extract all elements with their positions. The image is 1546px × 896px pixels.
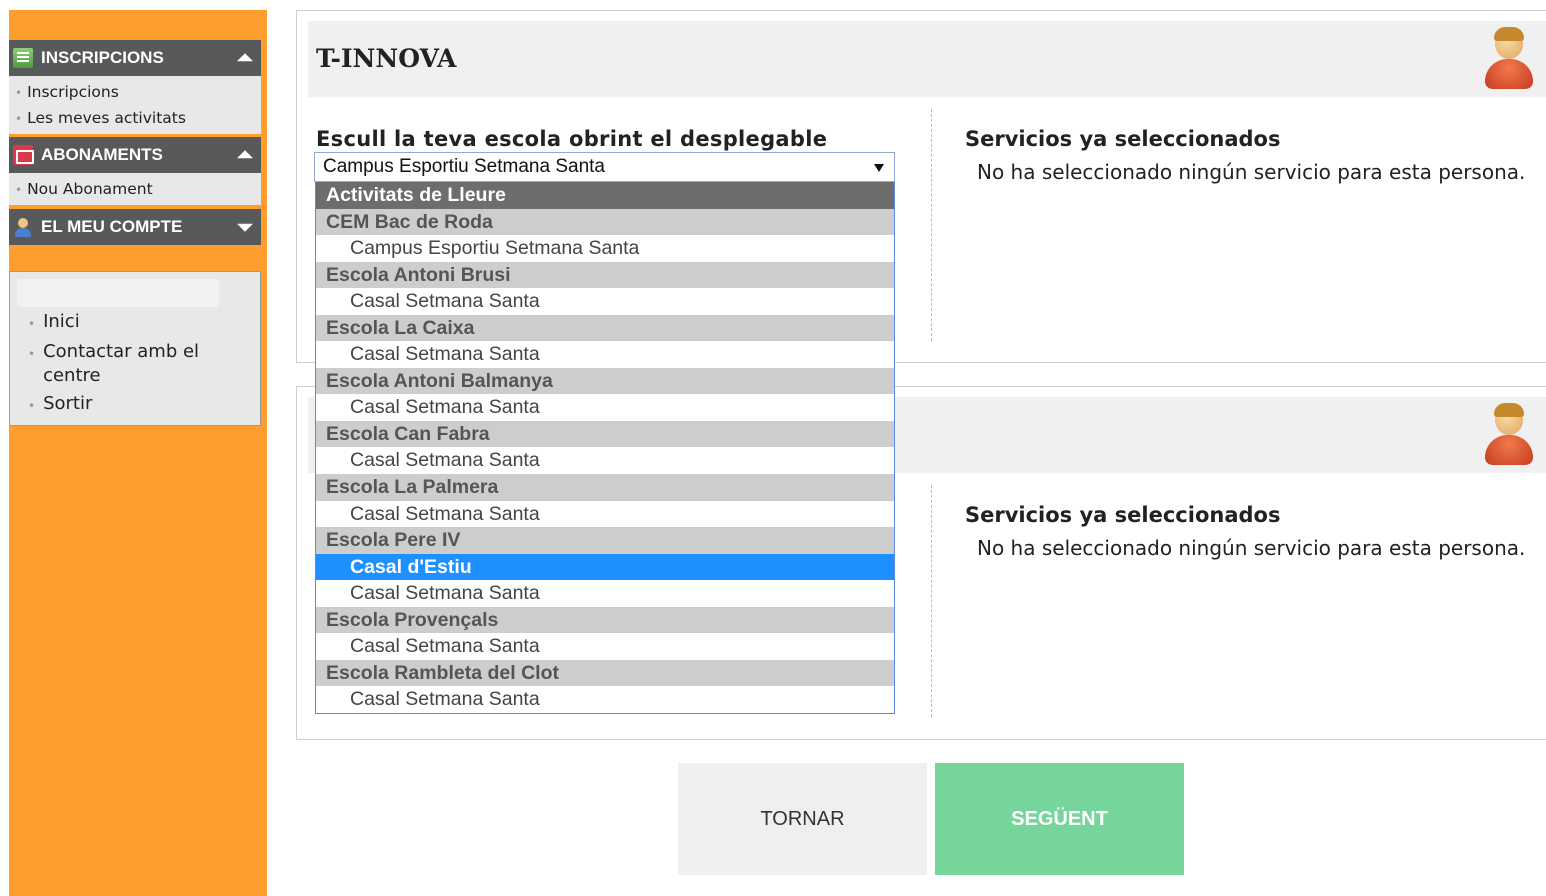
collapse-arrow-icon bbox=[237, 53, 253, 62]
link-label: Inici bbox=[43, 311, 80, 332]
form-icon bbox=[13, 48, 33, 68]
dropdown-option[interactable]: Casal Setmana Santa bbox=[316, 447, 894, 474]
school-dropdown-list[interactable]: Activitats de Lleure CEM Bac de Roda Campu… bbox=[315, 182, 895, 714]
menu-item-label: Inscripcions bbox=[27, 83, 119, 101]
menu-abonaments: ABONAMENTS • Nou Abonament bbox=[9, 137, 261, 205]
option-group: Escola Rambleta del Clot bbox=[316, 659, 894, 687]
services-title: Servicios ya seleccionados bbox=[965, 127, 1281, 151]
person-avatar-icon bbox=[1482, 403, 1536, 465]
dropdown-option[interactable]: Casal Setmana Santa bbox=[316, 288, 894, 315]
dropdown-option[interactable]: Casal Setmana Santa bbox=[316, 633, 894, 660]
school-select-label: Escull la teva escola obrint el desplega… bbox=[316, 127, 828, 151]
dropdown-option[interactable]: Casal Setmana Santa bbox=[316, 580, 894, 607]
services-text: No ha seleccionado ningún servicio para … bbox=[977, 160, 1526, 184]
option-group: Escola Antoni Brusi bbox=[316, 261, 894, 289]
sidebar: INSCRIPCIONS • Inscripcions • Les meves ac… bbox=[9, 10, 267, 896]
divider bbox=[931, 485, 932, 717]
person-name: T-INNOVA bbox=[316, 44, 457, 73]
link-label: Sortir bbox=[43, 393, 93, 414]
services-title: Servicios ya seleccionados bbox=[965, 503, 1281, 527]
option-group: Escola Pere IV bbox=[316, 527, 894, 554]
card-icon bbox=[13, 145, 34, 165]
dropdown-option[interactable]: Campus Esportiu Setmana Santa bbox=[316, 235, 894, 262]
next-button[interactable]: SEGÜENT bbox=[935, 763, 1184, 875]
divider bbox=[931, 109, 932, 341]
option-group: Escola La Caixa bbox=[316, 314, 894, 342]
option-group: Activitats de Lleure bbox=[316, 182, 894, 209]
menu-header-inscripcions[interactable]: INSCRIPCIONS bbox=[9, 40, 261, 76]
collapse-arrow-icon bbox=[237, 150, 253, 159]
link-sortir[interactable]: • Sortir bbox=[28, 392, 248, 418]
menu-item-nou-abonament[interactable]: • Nou Abonament bbox=[9, 177, 261, 203]
menu-inscripcions: INSCRIPCIONS • Inscripcions • Les meves ac… bbox=[9, 40, 261, 134]
menu-item-les-meves-activitats[interactable]: • Les meves activitats bbox=[9, 106, 261, 132]
option-group: Escola Antoni Balmanya bbox=[316, 367, 894, 395]
card-header: T-INNOVA bbox=[308, 21, 1546, 97]
menu-item-label: Les meves activitats bbox=[27, 109, 186, 127]
dropdown-option[interactable]: Casal Setmana Santa bbox=[316, 686, 894, 713]
option-group: Escola Provençals bbox=[316, 606, 894, 634]
back-button[interactable]: TORNAR bbox=[678, 763, 927, 875]
menu-title: EL MEU COMPTE bbox=[41, 217, 183, 236]
account-panel: • Inici • Contactar amb el centre • Sortir bbox=[9, 271, 261, 426]
school-select[interactable]: Campus Esportiu Setmana Santa bbox=[314, 152, 895, 182]
option-group: CEM Bac de Roda bbox=[316, 208, 894, 236]
services-text: No ha seleccionado ningún servicio para … bbox=[977, 536, 1526, 560]
menu-item-label: Nou Abonament bbox=[27, 180, 153, 198]
services-section: Servicios ya seleccionados No ha selecci… bbox=[965, 503, 1545, 562]
menu-el-meu-compte: EL MEU COMPTE bbox=[9, 209, 261, 245]
link-label: Contactar amb el centre bbox=[43, 341, 200, 386]
services-section: Servicios ya seleccionados No ha selecci… bbox=[965, 127, 1545, 186]
dropdown-option[interactable]: Casal Setmana Santa bbox=[316, 501, 894, 528]
link-inici[interactable]: • Inici bbox=[28, 310, 248, 336]
dropdown-option[interactable]: Casal Setmana Santa bbox=[316, 394, 894, 421]
dropdown-arrow-icon bbox=[874, 164, 884, 172]
person-avatar-icon bbox=[1482, 27, 1536, 89]
menu-title: ABONAMENTS bbox=[41, 145, 163, 164]
menu-header-abonaments[interactable]: ABONAMENTS bbox=[9, 137, 261, 173]
user-icon bbox=[13, 217, 33, 237]
panel-field bbox=[17, 279, 219, 307]
menu-item-inscripcions[interactable]: • Inscripcions bbox=[9, 80, 261, 106]
link-contactar[interactable]: • Contactar amb el centre bbox=[28, 340, 248, 388]
option-group: Escola La Palmera bbox=[316, 474, 894, 501]
dropdown-option[interactable]: Casal Setmana Santa bbox=[316, 341, 894, 368]
option-group: Escola Can Fabra bbox=[316, 420, 894, 448]
menu-title: INSCRIPCIONS bbox=[41, 48, 164, 67]
school-select-value: Campus Esportiu Setmana Santa bbox=[323, 156, 605, 177]
dropdown-option[interactable]: Casal d'Estiu bbox=[316, 553, 894, 581]
expand-arrow-icon bbox=[237, 223, 253, 232]
menu-header-el-meu-compte[interactable]: EL MEU COMPTE bbox=[9, 209, 261, 245]
